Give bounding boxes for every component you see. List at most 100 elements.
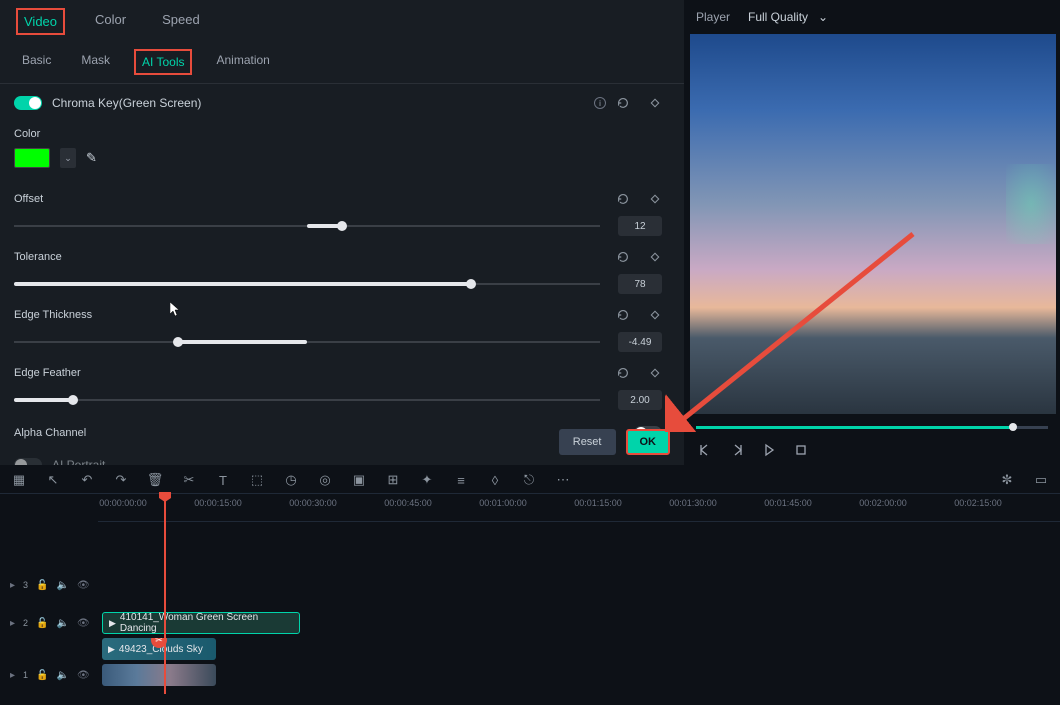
marker-icon[interactable]: ◊: [486, 471, 504, 489]
timeline: ▦ ↖ ↶ ↷ 🗑 ✂ T ⬚ ◷ ◎ ▣ ⊞ ✦ ≡ ◊ ⎋ ⋯ ✼ ▭ 00…: [0, 465, 1060, 705]
chroma-key-title: Chroma Key(Green Screen): [52, 96, 588, 110]
preview-scrubber[interactable]: [696, 426, 1048, 429]
clip-dancing[interactable]: ▶ 410141_Woman Green Screen Dancing: [102, 612, 300, 634]
sub-tabs: Basic Mask AI Tools Animation: [0, 43, 684, 84]
tolerance-keyframe-icon[interactable]: [648, 250, 662, 264]
cut-icon[interactable]: ✂: [180, 471, 198, 489]
effects-icon[interactable]: ✦: [418, 471, 436, 489]
edge-feather-value[interactable]: 2.00: [618, 390, 662, 410]
ai-portrait-label: AI Portrait: [52, 458, 662, 465]
track-video-icon[interactable]: ▸: [10, 580, 15, 591]
eye-icon[interactable]: 👁: [77, 580, 90, 591]
reset-section-icon[interactable]: [616, 96, 630, 110]
keyframe-icon[interactable]: [648, 96, 662, 110]
tolerance-reset-icon[interactable]: [616, 250, 630, 264]
player-label: Player: [696, 10, 730, 24]
prev-frame-icon[interactable]: [696, 441, 714, 459]
reset-button[interactable]: Reset: [559, 429, 616, 455]
edge-feather-reset-icon[interactable]: [616, 366, 630, 380]
edge-thickness-slider[interactable]: [14, 341, 600, 343]
crop-icon[interactable]: ⬚: [248, 471, 266, 489]
preview-viewport[interactable]: [690, 34, 1056, 414]
quality-select[interactable]: Full Quality ⌄: [748, 10, 828, 24]
edge-thickness-value[interactable]: -4.49: [618, 332, 662, 352]
tolerance-value[interactable]: 78: [618, 274, 662, 294]
chroma-key-header: Chroma Key(Green Screen) i: [12, 84, 664, 122]
info-icon[interactable]: i: [594, 97, 606, 109]
edge-thickness-keyframe-icon[interactable]: [648, 308, 662, 322]
tab-speed[interactable]: Speed: [156, 8, 206, 35]
offset-label: Offset: [14, 193, 616, 205]
edge-feather-keyframe-icon[interactable]: [648, 366, 662, 380]
next-frame-icon[interactable]: [728, 441, 746, 459]
edge-thickness-reset-icon[interactable]: [616, 308, 630, 322]
properties-panel: Video Color Speed Basic Mask AI Tools An…: [0, 0, 684, 465]
ok-button[interactable]: OK: [626, 429, 671, 455]
clip-play-icon: ▶: [109, 618, 116, 629]
speed-icon[interactable]: ◷: [282, 471, 300, 489]
adjust-icon[interactable]: ≡: [452, 471, 470, 489]
alpha-channel-label: Alpha Channel: [14, 427, 324, 439]
tab-color[interactable]: Color: [89, 8, 132, 35]
track-3-label: 3: [23, 580, 28, 590]
ai-portrait-toggle[interactable]: [14, 458, 42, 465]
tolerance-thumb[interactable]: [466, 279, 476, 289]
lock-icon[interactable]: 🔓: [36, 580, 48, 591]
clip-clouds[interactable]: ▶ 49423_Clouds Sky ✂: [102, 638, 216, 660]
main-tabs: Video Color Speed: [0, 0, 684, 43]
mute-icon[interactable]: 🔈: [57, 580, 69, 591]
offset-thumb[interactable]: [337, 221, 347, 231]
circle-icon[interactable]: ◎: [316, 471, 334, 489]
lock-icon[interactable]: 🔓: [36, 618, 48, 629]
edge-feather-label: Edge Feather: [14, 367, 616, 379]
link-icon[interactable]: ⎋: [520, 471, 538, 489]
chroma-key-toggle[interactable]: [14, 96, 42, 110]
clip-track1[interactable]: [102, 664, 216, 686]
settings-icon[interactable]: ✼: [998, 471, 1016, 489]
offset-keyframe-icon[interactable]: [648, 192, 662, 206]
ruler-tick: 00:00:15:00: [194, 498, 242, 508]
stop-icon[interactable]: [792, 441, 810, 459]
tolerance-slider[interactable]: [14, 283, 600, 285]
mute-icon[interactable]: 🔈: [57, 618, 69, 629]
track-1-label: 1: [23, 670, 28, 680]
redo-icon[interactable]: ↷: [112, 471, 130, 489]
ruler-tick: 00:01:45:00: [764, 498, 812, 508]
play-icon[interactable]: [760, 441, 778, 459]
group-icon[interactable]: ⊞: [384, 471, 402, 489]
scrubber-thumb[interactable]: [1009, 423, 1017, 431]
color-dropdown[interactable]: ⌄: [60, 148, 76, 168]
playhead[interactable]: [164, 494, 166, 694]
more-icon[interactable]: ⋯: [554, 471, 572, 489]
zoom-icon[interactable]: ▭: [1032, 471, 1050, 489]
subtab-ai-tools[interactable]: AI Tools: [134, 49, 192, 75]
offset-reset-icon[interactable]: [616, 192, 630, 206]
track-video-icon[interactable]: ▸: [10, 670, 15, 681]
offset-slider[interactable]: [14, 225, 600, 227]
edge-thickness-label: Edge Thickness: [14, 309, 616, 321]
delete-icon[interactable]: 🗑: [146, 471, 164, 489]
ruler-tick: 00:01:00:00: [479, 498, 527, 508]
pointer-icon[interactable]: ↖: [44, 471, 62, 489]
mute-icon[interactable]: 🔈: [57, 670, 69, 681]
undo-icon[interactable]: ↶: [78, 471, 96, 489]
subtab-animation[interactable]: Animation: [210, 49, 275, 75]
edge-feather-thumb[interactable]: [68, 395, 78, 405]
timeline-ruler[interactable]: 00:00:00:00 00:00:15:00 00:00:30:00 00:0…: [98, 494, 1060, 522]
offset-value[interactable]: 12: [618, 216, 662, 236]
text-icon[interactable]: T: [214, 471, 232, 489]
lock-icon[interactable]: 🔓: [36, 670, 48, 681]
subtab-basic[interactable]: Basic: [16, 49, 57, 75]
track-video-icon[interactable]: ▸: [10, 618, 15, 629]
tab-video[interactable]: Video: [16, 8, 65, 35]
mask-tool-icon[interactable]: ▣: [350, 471, 368, 489]
eye-icon[interactable]: 👁: [77, 618, 90, 629]
subtab-mask[interactable]: Mask: [75, 49, 116, 75]
edge-thickness-thumb[interactable]: [173, 337, 183, 347]
eye-icon[interactable]: 👁: [77, 670, 90, 681]
color-swatch[interactable]: [14, 148, 50, 168]
edge-feather-slider[interactable]: [14, 399, 600, 401]
ruler-tick: 00:02:15:00: [954, 498, 1002, 508]
eyedropper-icon[interactable]: ✎: [86, 150, 97, 166]
grid-icon[interactable]: ▦: [10, 471, 28, 489]
